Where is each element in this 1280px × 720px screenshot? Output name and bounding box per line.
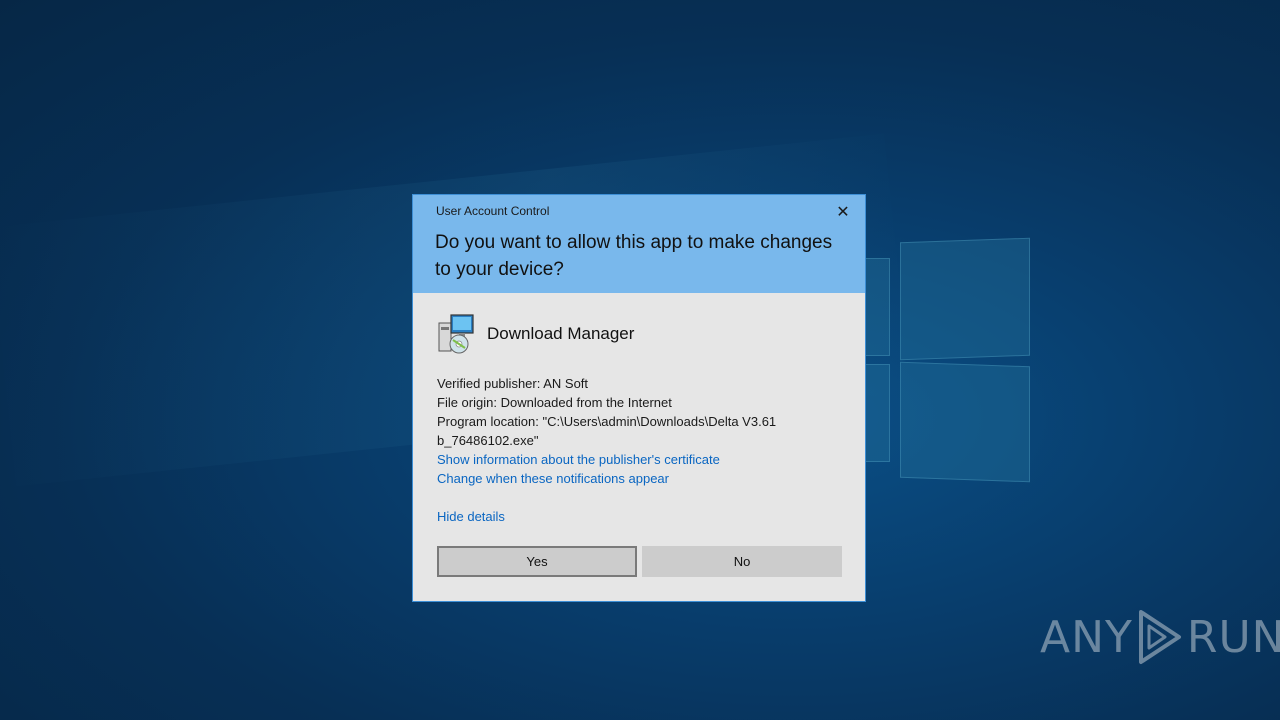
watermark-text-left: ANY	[1040, 611, 1133, 663]
uac-question: Do you want to allow this app to make ch…	[435, 232, 833, 280]
no-button[interactable]: No	[642, 546, 842, 577]
dialog-title: User Account Control	[436, 204, 550, 218]
watermark-text-right: RUN	[1186, 611, 1280, 663]
installer-icon	[438, 314, 474, 354]
logo-pane	[900, 361, 1030, 483]
desktop-background: User Account Control ✕ Do you want to al…	[0, 0, 1280, 720]
uac-dialog: User Account Control ✕ Do you want to al…	[412, 194, 866, 602]
app-info: Download Manager	[437, 313, 634, 355]
program-location-text: Program location: "C:\Users\admin\Downlo…	[437, 414, 777, 429]
logo-pane	[900, 237, 1030, 361]
dialog-header: User Account Control ✕ Do you want to al…	[413, 195, 865, 293]
file-origin-text: File origin: Downloaded from the Interne…	[437, 395, 672, 410]
publisher-text: Verified publisher: AN Soft	[437, 376, 589, 391]
app-name: Download Manager	[487, 324, 635, 343]
notification-settings-link[interactable]: Change when these notifications appear	[437, 469, 837, 488]
anyrun-watermark: ANY RUN	[1040, 608, 1280, 666]
windows-logo	[860, 237, 1030, 483]
certificate-link[interactable]: Show information about the publisher's c…	[437, 450, 837, 469]
play-logo-icon	[1138, 610, 1181, 664]
details-section: Verified publisher: AN Soft File origin:…	[437, 374, 837, 488]
close-icon: ✕	[836, 204, 850, 221]
program-location-text-cont: b_76486102.exe"	[437, 433, 539, 448]
yes-button[interactable]: Yes	[437, 546, 637, 577]
hide-details-link[interactable]: Hide details	[437, 509, 505, 524]
close-button[interactable]: ✕	[829, 201, 857, 223]
